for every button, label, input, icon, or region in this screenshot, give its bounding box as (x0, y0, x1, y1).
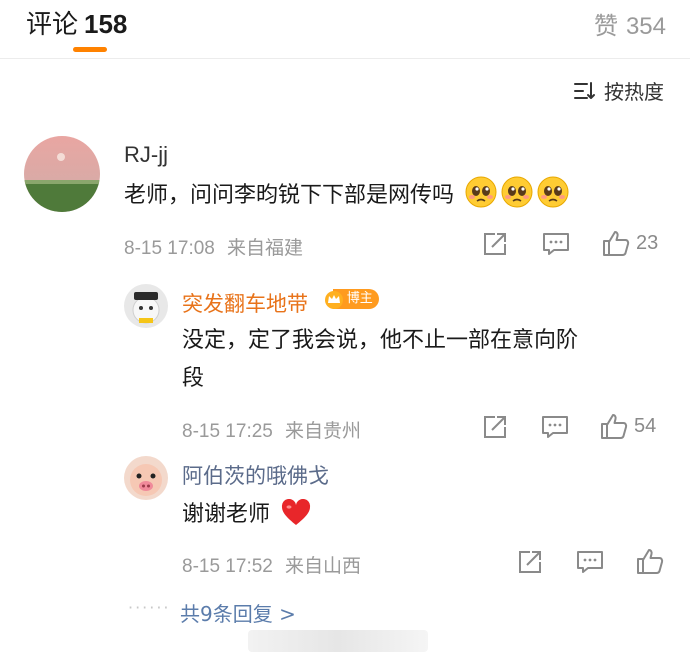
like-count: 23 (636, 231, 659, 254)
avatar[interactable] (124, 456, 168, 500)
tab-likes[interactable]: 赞 354 (594, 6, 666, 41)
reply-button[interactable] (576, 549, 604, 575)
share-icon (484, 233, 506, 255)
comment-date: 8-15 17:08 (124, 238, 215, 259)
sort-label: 按热度 (604, 80, 664, 104)
comment-location: 来自福建 (226, 237, 303, 259)
reply-meta: 8-15 17:52 来自山西 (182, 551, 361, 578)
more-replies-dots: ······ (128, 598, 171, 617)
tab-likes-count: 354 (625, 13, 666, 40)
share-button[interactable] (517, 549, 543, 575)
comment-icon (542, 416, 568, 438)
tab-comments[interactable]: 评论 158 (26, 4, 127, 41)
tab-comments-count: 158 (84, 9, 128, 39)
reply-username[interactable]: 突发翻车地带 博主 (182, 288, 379, 318)
share-icon (484, 416, 506, 438)
more-replies-link[interactable]: 共9条回复 > (180, 598, 296, 627)
like-button[interactable]: 23 (602, 229, 658, 257)
reply-username[interactable]: 阿伯茨的哦佛戈 (182, 460, 329, 490)
comment-text: 老师，问问李昀锐下下部是网传吗 (124, 176, 569, 221)
like-count: 54 (634, 414, 657, 437)
comment-meta: 8-15 17:08 来自福建 (124, 233, 303, 260)
pleading-face-emoji (537, 176, 569, 221)
reply-text-content: 谢谢老师 (182, 502, 271, 527)
comment-icon (577, 551, 603, 573)
share-icon (519, 551, 541, 573)
reply-button[interactable] (542, 231, 570, 257)
like-button[interactable] (636, 547, 664, 575)
crown-icon (324, 291, 343, 309)
like-icon (603, 231, 630, 256)
sort-icon (574, 81, 595, 99)
reply-location: 来自山西 (284, 555, 361, 577)
share-button[interactable] (482, 414, 508, 440)
share-button[interactable] (482, 231, 508, 257)
reply-text: 谢谢老师 (182, 496, 311, 540)
avatar[interactable] (124, 284, 168, 328)
like-icon (601, 414, 628, 439)
comment-icon (543, 233, 569, 255)
comment-username[interactable]: RJ-jj (124, 142, 168, 168)
author-badge: 博主 (323, 289, 379, 309)
header-divider (0, 58, 690, 59)
like-button[interactable]: 54 (600, 412, 656, 440)
reply-date: 8-15 17:25 (182, 421, 273, 442)
pleading-face-emoji (465, 176, 497, 221)
reply-location: 来自贵州 (284, 420, 361, 442)
avatar[interactable] (24, 136, 100, 212)
tab-comments-label: 评论 (26, 10, 79, 40)
reply-text-line: 段 (182, 366, 205, 391)
blurred-watermark (248, 630, 428, 652)
heart-emoji (281, 498, 311, 540)
reply-text: 没定，定了我会说，他不止一部在意向阶 段 (182, 322, 672, 398)
active-tab-indicator (73, 47, 107, 52)
reply-text-line: 没定，定了我会说，他不止一部在意向阶 (182, 328, 579, 353)
reply-meta: 8-15 17:25 来自贵州 (182, 416, 361, 443)
reply-date: 8-15 17:52 (182, 556, 273, 577)
tab-likes-label: 赞 (593, 12, 618, 40)
like-icon (637, 549, 664, 574)
reply-username-text: 突发翻车地带 (182, 292, 308, 316)
reply-button[interactable] (541, 414, 569, 440)
pleading-face-emoji (501, 176, 533, 221)
sort-button[interactable]: 按热度 (574, 76, 664, 105)
comment-text-content: 老师，问问李昀锐下下部是网传吗 (124, 183, 455, 208)
